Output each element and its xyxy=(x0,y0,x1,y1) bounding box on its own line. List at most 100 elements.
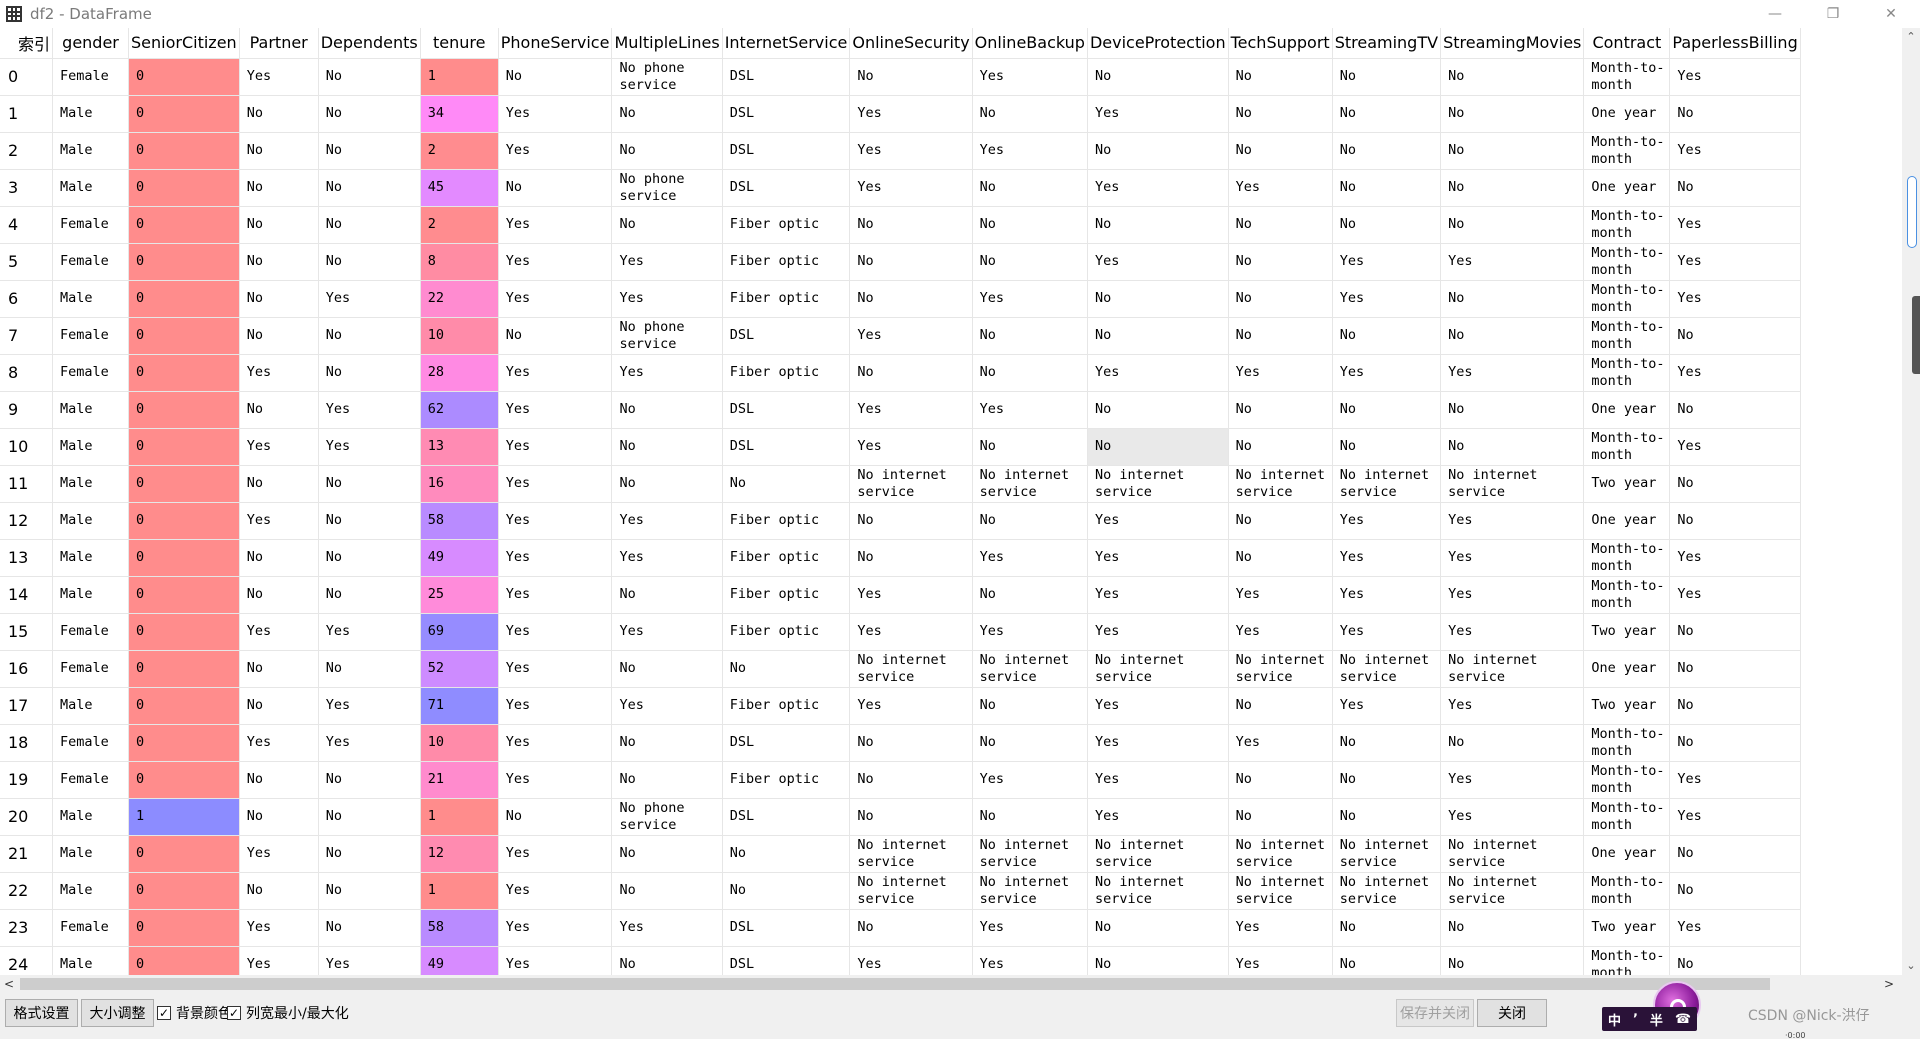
table-cell[interactable]: No xyxy=(1332,909,1442,947)
table-cell[interactable]: One year xyxy=(1583,835,1671,873)
table-cell[interactable]: 0 xyxy=(128,206,240,244)
table-cell[interactable]: 10 xyxy=(420,317,499,355)
table-cell[interactable]: No internet service xyxy=(1332,465,1442,503)
table-cell[interactable]: Male xyxy=(52,946,130,975)
table-cell[interactable]: Yes xyxy=(498,650,613,688)
table-cell[interactable]: Yes xyxy=(498,465,613,503)
column-header-device-protection[interactable]: DeviceProtection xyxy=(1087,28,1229,59)
table-cell[interactable]: No xyxy=(972,317,1088,355)
table-cell[interactable]: DSL xyxy=(722,132,851,170)
table-cell[interactable]: 1 xyxy=(420,58,499,96)
table-cell[interactable]: No xyxy=(972,687,1088,725)
table-cell[interactable]: No xyxy=(849,761,973,799)
table-cell[interactable]: No xyxy=(318,872,421,910)
table-cell[interactable]: Yes xyxy=(318,428,421,466)
vertical-scrollbar[interactable]: ⌃ ⌄ xyxy=(1902,28,1920,975)
table-cell[interactable]: No xyxy=(611,465,723,503)
table-cell[interactable]: 2 xyxy=(420,132,499,170)
table-cell[interactable]: 0 xyxy=(128,280,240,318)
column-header-streaming-tv[interactable]: StreamingTV xyxy=(1332,28,1442,59)
table-cell[interactable]: 1 xyxy=(420,872,499,910)
table-cell[interactable]: Yes xyxy=(239,613,319,651)
table-cell[interactable]: Yes xyxy=(849,317,973,355)
table-cell[interactable]: Yes xyxy=(498,724,613,762)
table-cell[interactable]: Yes xyxy=(1440,354,1585,392)
table-cell[interactable]: Male xyxy=(52,502,130,540)
table-cell[interactable]: Fiber optic xyxy=(722,613,851,651)
table-cell[interactable]: No xyxy=(318,798,421,836)
table-cell[interactable]: No xyxy=(611,132,723,170)
row-index-cell[interactable]: 9 xyxy=(0,391,54,429)
table-cell[interactable]: Yes xyxy=(849,391,973,429)
table-cell[interactable]: 0 xyxy=(128,872,240,910)
table-cell[interactable]: No xyxy=(1228,58,1333,96)
table-cell[interactable]: No xyxy=(1087,428,1229,466)
save-and-close-button[interactable]: 保存并关闭 xyxy=(1396,999,1474,1027)
format-settings-button[interactable]: 格式设置 xyxy=(5,999,78,1027)
row-index-cell[interactable]: 18 xyxy=(0,724,54,762)
table-cell[interactable]: Yes xyxy=(239,502,319,540)
table-cell[interactable]: Male xyxy=(52,576,130,614)
column-header-multiple-lines[interactable]: MultipleLines xyxy=(611,28,723,59)
table-cell[interactable]: No xyxy=(318,132,421,170)
table-cell[interactable]: No xyxy=(1087,946,1229,975)
table-cell[interactable]: Yes xyxy=(1440,539,1585,577)
table-cell[interactable]: No xyxy=(1440,724,1585,762)
table-cell[interactable]: No xyxy=(239,687,319,725)
column-header-online-backup[interactable]: OnlineBackup xyxy=(972,28,1088,59)
table-cell[interactable]: Yes xyxy=(1228,946,1333,975)
table-cell[interactable]: No xyxy=(1087,909,1229,947)
table-cell[interactable]: 58 xyxy=(420,909,499,947)
table-cell[interactable]: No xyxy=(722,872,851,910)
table-cell[interactable]: No internet service xyxy=(972,872,1088,910)
table-cell[interactable]: No xyxy=(239,280,319,318)
table-cell[interactable]: No xyxy=(1228,206,1333,244)
table-cell[interactable]: Yes xyxy=(1440,798,1585,836)
table-cell[interactable]: 21 xyxy=(420,761,499,799)
table-cell[interactable]: Yes xyxy=(849,169,973,207)
table-cell[interactable]: Yes xyxy=(239,724,319,762)
table-cell[interactable]: 0 xyxy=(128,613,240,651)
table-cell[interactable]: No xyxy=(318,58,421,96)
table-cell[interactable]: No xyxy=(1087,206,1229,244)
table-cell[interactable]: Yes xyxy=(1332,354,1442,392)
horizontal-scroll-thumb[interactable] xyxy=(20,978,1770,990)
table-cell[interactable]: No phone service xyxy=(611,169,723,207)
table-cell[interactable]: No xyxy=(722,835,851,873)
table-cell[interactable]: 8 xyxy=(420,243,499,281)
table-cell[interactable]: Yes xyxy=(611,539,723,577)
table-cell[interactable]: Yes xyxy=(1087,613,1229,651)
table-cell[interactable]: Female xyxy=(52,761,130,799)
table-cell[interactable]: Yes xyxy=(1332,539,1442,577)
table-cell[interactable]: No xyxy=(1087,58,1229,96)
table-cell[interactable]: No xyxy=(849,502,973,540)
row-index-cell[interactable]: 15 xyxy=(0,613,54,651)
table-cell[interactable]: Yes xyxy=(1087,502,1229,540)
table-cell[interactable]: Yes xyxy=(498,576,613,614)
table-cell[interactable]: No xyxy=(1669,946,1801,975)
table-cell[interactable]: No xyxy=(498,169,613,207)
row-index-cell[interactable]: 10 xyxy=(0,428,54,466)
table-cell[interactable]: No xyxy=(1332,169,1442,207)
table-cell[interactable]: Yes xyxy=(972,391,1088,429)
table-cell[interactable]: No xyxy=(1228,243,1333,281)
column-header-contract[interactable]: Contract xyxy=(1583,28,1671,59)
table-cell[interactable]: Male xyxy=(52,169,130,207)
table-cell[interactable]: No internet service xyxy=(972,835,1088,873)
table-cell[interactable]: Female xyxy=(52,58,130,96)
table-cell[interactable]: Month-to-month xyxy=(1583,132,1671,170)
row-index-cell[interactable]: 20 xyxy=(0,798,54,836)
table-cell[interactable]: No xyxy=(1440,317,1585,355)
table-cell[interactable]: 62 xyxy=(420,391,499,429)
table-cell[interactable]: Yes xyxy=(1087,687,1229,725)
table-cell[interactable]: No xyxy=(611,206,723,244)
table-cell[interactable]: Fiber optic xyxy=(722,539,851,577)
table-cell[interactable]: Yes xyxy=(1669,761,1801,799)
table-cell[interactable]: No internet service xyxy=(1440,650,1585,688)
table-cell[interactable]: Yes xyxy=(972,946,1088,975)
table-cell[interactable]: No internet service xyxy=(849,872,973,910)
table-cell[interactable]: No internet service xyxy=(849,465,973,503)
table-cell[interactable]: Month-to-month xyxy=(1583,946,1671,975)
column-header-paperless-billing[interactable]: PaperlessBilling xyxy=(1669,28,1801,59)
row-index-cell[interactable]: 17 xyxy=(0,687,54,725)
